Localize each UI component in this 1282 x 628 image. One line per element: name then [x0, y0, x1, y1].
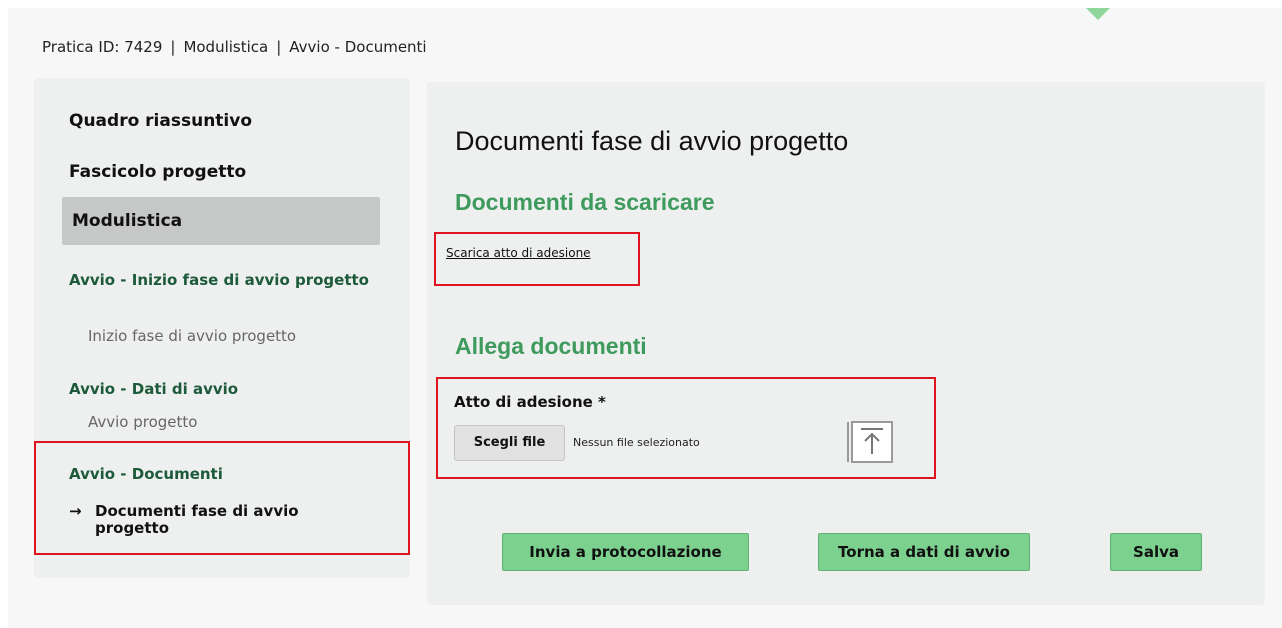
sidebar-subitem-avvio-progetto[interactable]: Avvio progetto	[88, 413, 197, 431]
header-indicator-triangle	[1086, 8, 1110, 20]
highlight-box-sidebar	[34, 441, 410, 555]
sidebar-item-quadro-riassuntivo[interactable]: Quadro riassuntivo	[69, 111, 252, 131]
breadcrumb-separator: |	[170, 38, 176, 56]
sidebar-item-fascicolo-progetto[interactable]: Fascicolo progetto	[69, 162, 246, 182]
page-title: Documenti fase di avvio progetto	[455, 126, 849, 156]
sidebar-section-inizio-fase[interactable]: Avvio - Inizio fase di avvio progetto	[69, 272, 369, 289]
breadcrumb-section[interactable]: Modulistica	[183, 38, 268, 56]
breadcrumb-pratica: Pratica ID: 7429	[42, 38, 163, 56]
sidebar-item-label: Modulistica	[72, 211, 183, 231]
attach-heading: Allega documenti	[455, 333, 647, 359]
highlight-box-attach	[436, 377, 936, 479]
sidebar-section-dati-avvio[interactable]: Avvio - Dati di avvio	[69, 381, 369, 398]
sidebar-subitem-inizio-fase[interactable]: Inizio fase di avvio progetto	[88, 327, 296, 345]
highlight-box-download	[434, 232, 640, 286]
invia-protocollazione-button[interactable]: Invia a protocollazione	[502, 533, 749, 571]
torna-dati-avvio-button[interactable]: Torna a dati di avvio	[818, 533, 1030, 571]
breadcrumb-separator: |	[276, 38, 282, 56]
sidebar-item-modulistica[interactable]: Modulistica	[62, 197, 380, 245]
breadcrumb-page: Avvio - Documenti	[289, 38, 427, 56]
breadcrumb: Pratica ID: 7429 | Modulistica | Avvio - Doc…	[42, 38, 427, 56]
download-heading: Documenti da scaricare	[455, 189, 715, 215]
salva-button[interactable]: Salva	[1110, 533, 1202, 571]
